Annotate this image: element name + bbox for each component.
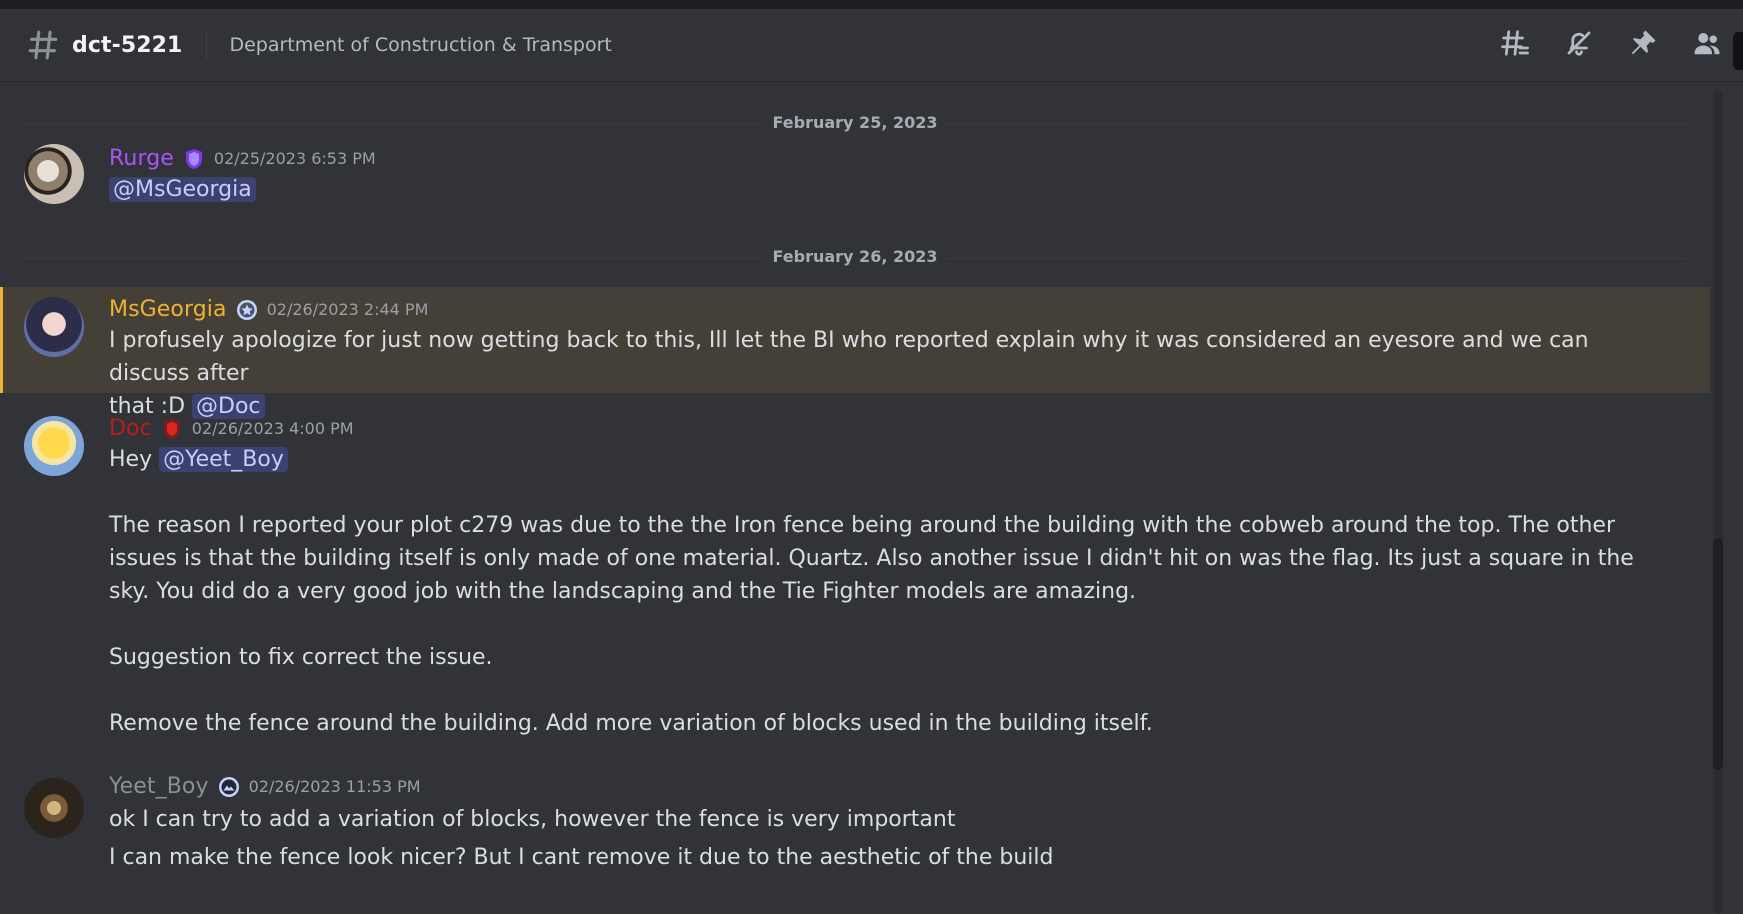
members-icon (1692, 28, 1722, 62)
timestamp: 02/26/2023 2:44 PM (266, 300, 429, 319)
timestamp: 02/26/2023 11:53 PM (248, 777, 421, 796)
date-label: February 25, 2023 (764, 113, 946, 132)
window-top-strip (0, 0, 1743, 9)
message-line: I profusely apologize for just now getti… (109, 328, 1589, 386)
bell-slash-icon (1564, 28, 1594, 62)
header-actions (1497, 27, 1725, 63)
message-yeet-boy[interactable]: Yeet_Boy 02/26/2023 11:53 PM ok I can tr… (0, 774, 1710, 914)
mention-yeet-boy[interactable]: @Yeet_Boy (159, 447, 288, 472)
mention-msgeorgia[interactable]: @MsGeorgia (109, 177, 256, 202)
pin-icon (1628, 28, 1658, 62)
author-name[interactable]: Doc (109, 416, 152, 441)
member-list-button[interactable] (1689, 27, 1725, 63)
star-badge-icon (235, 298, 259, 322)
message-rurge[interactable]: Rurge 02/25/2023 6:53 PM @MsGeorgia (0, 144, 1710, 232)
shield-red-icon (160, 417, 184, 441)
message-paragraph: The reason I reported your plot c279 was… (109, 513, 1634, 604)
timestamp: 02/25/2023 6:53 PM (213, 149, 376, 168)
message-text-prefix: Hey (109, 447, 160, 472)
thread-hash-icon (26, 28, 60, 62)
threads-icon (1500, 28, 1530, 62)
message-line: I can make the fence look nicer? But I c… (109, 845, 1054, 870)
avatar[interactable] (24, 778, 84, 838)
message-paragraph: Suggestion to fix correct the issue. (109, 645, 493, 670)
date-divider: February 25, 2023 (24, 113, 1686, 132)
channel-name[interactable]: dct-5221 (72, 33, 182, 58)
discord-app: dct-5221 Department of Construction & Tr… (0, 0, 1743, 914)
timestamp: 02/26/2023 4:00 PM (191, 419, 354, 438)
message-msgeorgia[interactable]: MsGeorgia 02/26/2023 2:44 PM I profusely… (0, 287, 1710, 419)
scrollbar-track[interactable] (1713, 90, 1723, 914)
avatar[interactable] (24, 416, 84, 476)
message-text: Hey @Yeet_Boy The reason I reported your… (109, 443, 1670, 740)
message-paragraph: Remove the fence around the building. Ad… (109, 711, 1153, 736)
author-name[interactable]: Yeet_Boy (109, 774, 209, 799)
shield-icon (182, 147, 206, 171)
message-line: Hey @Yeet_Boy (109, 443, 1670, 476)
message-doc[interactable]: Doc 02/26/2023 4:00 PM Hey @Yeet_Boy The… (0, 412, 1710, 776)
mute-notifications-button[interactable] (1561, 27, 1597, 63)
author-name[interactable]: Rurge (109, 146, 174, 171)
message-text: I profusely apologize for just now getti… (109, 324, 1670, 423)
header-divider (206, 30, 208, 60)
avatar[interactable] (24, 144, 84, 204)
message-line: ok I can try to add a variation of block… (109, 807, 956, 832)
scrollbar-thumb[interactable] (1713, 538, 1723, 770)
threads-button[interactable] (1497, 27, 1533, 63)
author-name[interactable]: MsGeorgia (109, 297, 227, 322)
avatar[interactable] (24, 297, 84, 357)
header-edge-cap (1733, 32, 1743, 70)
message-text: ok I can try to add a variation of block… (109, 801, 1670, 877)
date-label: February 26, 2023 (764, 247, 946, 266)
pinned-messages-button[interactable] (1625, 27, 1661, 63)
channel-header: dct-5221 Department of Construction & Tr… (0, 9, 1743, 82)
date-divider: February 26, 2023 (24, 247, 1686, 266)
message-list[interactable]: February 25, 2023 Rurge 02/25/2023 6:53 … (0, 82, 1743, 914)
mountain-badge-icon (217, 775, 241, 799)
channel-topic[interactable]: Department of Construction & Transport (229, 34, 611, 56)
mention-highlight-bar (0, 287, 3, 393)
